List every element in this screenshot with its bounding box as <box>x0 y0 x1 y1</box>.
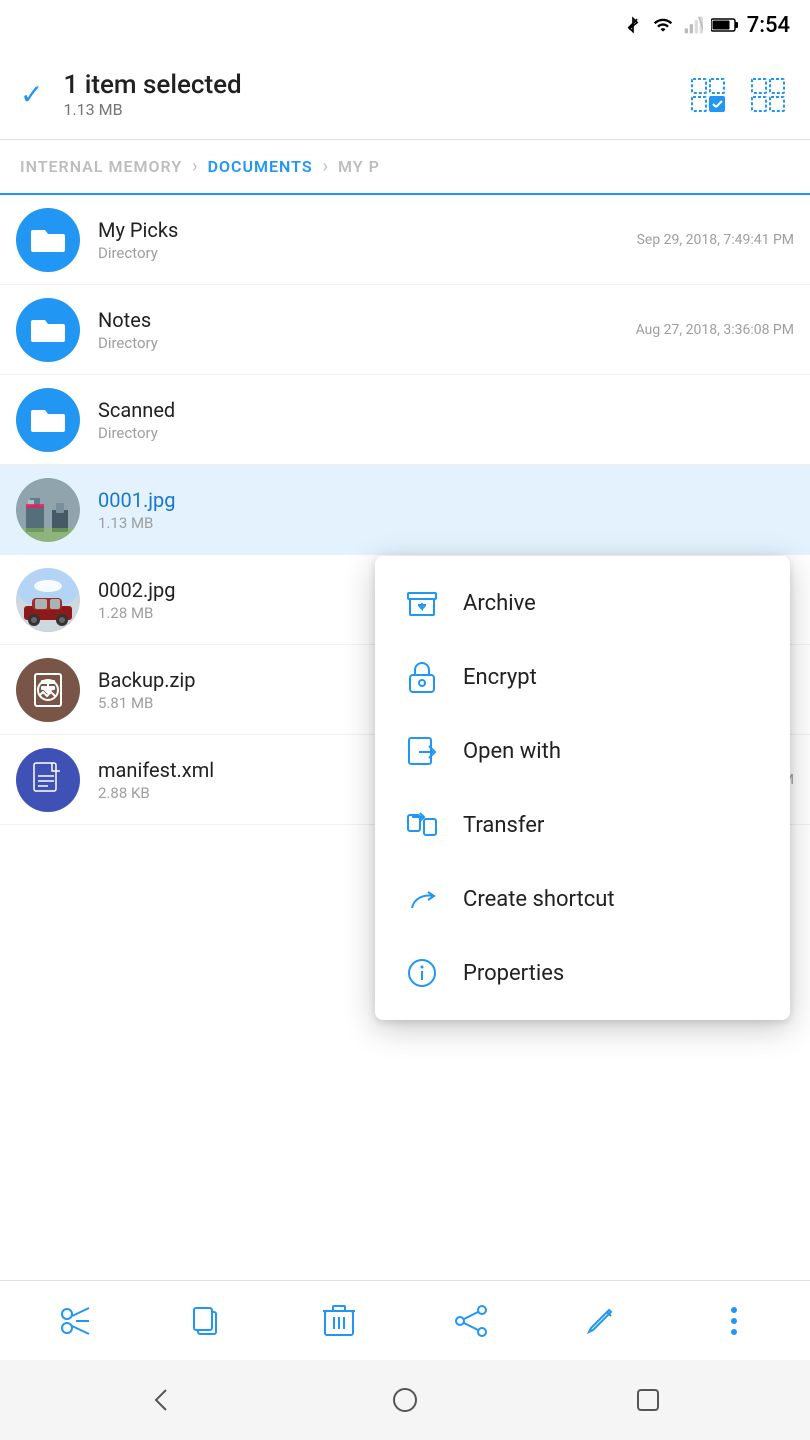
transfer-icon <box>403 806 441 844</box>
select-all-button[interactable] <box>686 73 730 117</box>
file-type: Directory <box>98 334 636 352</box>
breadcrumb-myp[interactable]: MY P <box>338 157 380 176</box>
share-button[interactable] <box>441 1291 501 1351</box>
wifi-icon <box>651 15 675 35</box>
breadcrumb-sep-2: › <box>323 156 328 177</box>
lock-icon <box>403 658 441 696</box>
breadcrumb-documents[interactable]: DOCUMENTS <box>208 157 313 176</box>
nav-bar <box>0 1360 810 1440</box>
open-with-label: Open with <box>463 739 561 764</box>
folder-icon <box>31 226 65 254</box>
folder-icon <box>31 316 65 344</box>
home-button[interactable] <box>375 1370 435 1430</box>
file-info: My Picks Directory <box>98 218 637 262</box>
check-icon: ✓ <box>20 78 43 111</box>
back-icon <box>148 1386 176 1414</box>
file-info: Notes Directory <box>98 308 636 352</box>
folder-avatar <box>16 388 80 452</box>
menu-item-archive[interactable]: Archive <box>375 566 790 640</box>
file-type: Directory <box>98 424 794 442</box>
file-name: 0001.jpg <box>98 488 794 512</box>
archive-avatar <box>16 658 80 722</box>
encrypt-label: Encrypt <box>463 665 537 690</box>
list-item[interactable]: 0001.jpg 1.13 MB <box>0 465 810 555</box>
home-icon <box>391 1386 419 1414</box>
file-info: 0001.jpg 1.13 MB <box>98 488 794 532</box>
list-item[interactable]: My Picks Directory Sep 29, 2018, 7:49:41… <box>0 195 810 285</box>
header: ✓ 1 item selected 1.13 MB <box>0 50 810 140</box>
selected-size: 1.13 MB <box>63 100 241 119</box>
menu-item-encrypt[interactable]: Encrypt <box>375 640 790 714</box>
archive-icon <box>403 584 441 622</box>
archive-label: Archive <box>463 591 536 616</box>
cut-icon <box>59 1304 93 1338</box>
select-invert-icon <box>748 75 788 115</box>
delete-icon <box>323 1304 355 1338</box>
image-thumbnail-0002 <box>16 568 80 632</box>
document-avatar <box>16 748 80 812</box>
file-name: My Picks <box>98 218 637 242</box>
context-menu: Archive Encrypt Open with <box>375 556 790 1020</box>
status-icons: 7:54 <box>623 13 790 38</box>
signal-icon <box>683 13 703 37</box>
status-time: 7:54 <box>747 13 790 38</box>
menu-item-open-with[interactable]: Open with <box>375 714 790 788</box>
menu-item-properties[interactable]: Properties <box>375 936 790 1010</box>
folder-avatar <box>16 208 80 272</box>
battery-icon <box>711 16 739 34</box>
recent-icon <box>634 1386 662 1414</box>
back-button[interactable] <box>132 1370 192 1430</box>
file-info: Scanned Directory <box>98 398 794 442</box>
folder-avatar <box>16 298 80 362</box>
more-button[interactable] <box>704 1291 764 1351</box>
delete-button[interactable] <box>309 1291 369 1351</box>
open-with-icon <box>403 732 441 770</box>
info-icon <box>403 954 441 992</box>
cut-button[interactable] <box>46 1291 106 1351</box>
image-avatar <box>16 478 80 542</box>
edit-icon <box>585 1304 619 1338</box>
header-info: 1 item selected 1.13 MB <box>63 70 241 119</box>
status-bar: 7:54 <box>0 0 810 50</box>
shortcut-icon <box>403 880 441 918</box>
header-actions <box>686 73 790 117</box>
transfer-label: Transfer <box>463 813 544 838</box>
archive-file-icon <box>31 672 65 708</box>
list-item[interactable]: Scanned Directory <box>0 375 810 465</box>
select-invert-button[interactable] <box>746 73 790 117</box>
breadcrumb: INTERNAL MEMORY › DOCUMENTS › MY P <box>0 140 810 195</box>
image-avatar <box>16 568 80 632</box>
breadcrumb-sep-1: › <box>192 156 197 177</box>
breadcrumb-internal-memory[interactable]: INTERNAL MEMORY <box>20 157 182 176</box>
edit-button[interactable] <box>572 1291 632 1351</box>
more-icon <box>729 1304 739 1338</box>
file-name: Scanned <box>98 398 794 422</box>
menu-item-create-shortcut[interactable]: Create shortcut <box>375 862 790 936</box>
file-size: 1.13 MB <box>98 514 794 532</box>
list-item[interactable]: Notes Directory Aug 27, 2018, 3:36:08 PM <box>0 285 810 375</box>
copy-button[interactable] <box>177 1291 237 1351</box>
bluetooth-icon <box>623 13 643 37</box>
image-thumbnail-0001 <box>16 478 80 542</box>
copy-icon <box>190 1304 224 1338</box>
selected-count: 1 item selected <box>63 70 241 100</box>
share-icon <box>454 1304 488 1338</box>
properties-label: Properties <box>463 961 564 986</box>
file-date: Aug 27, 2018, 3:36:08 PM <box>636 322 794 338</box>
folder-icon <box>31 406 65 434</box>
file-name: Notes <box>98 308 636 332</box>
menu-item-transfer[interactable]: Transfer <box>375 788 790 862</box>
select-all-icon <box>688 75 728 115</box>
create-shortcut-label: Create shortcut <box>463 887 615 912</box>
bottom-toolbar <box>0 1280 810 1360</box>
file-type: Directory <box>98 244 637 262</box>
file-date: Sep 29, 2018, 7:49:41 PM <box>637 232 794 248</box>
recent-button[interactable] <box>618 1370 678 1430</box>
document-icon <box>32 762 64 798</box>
